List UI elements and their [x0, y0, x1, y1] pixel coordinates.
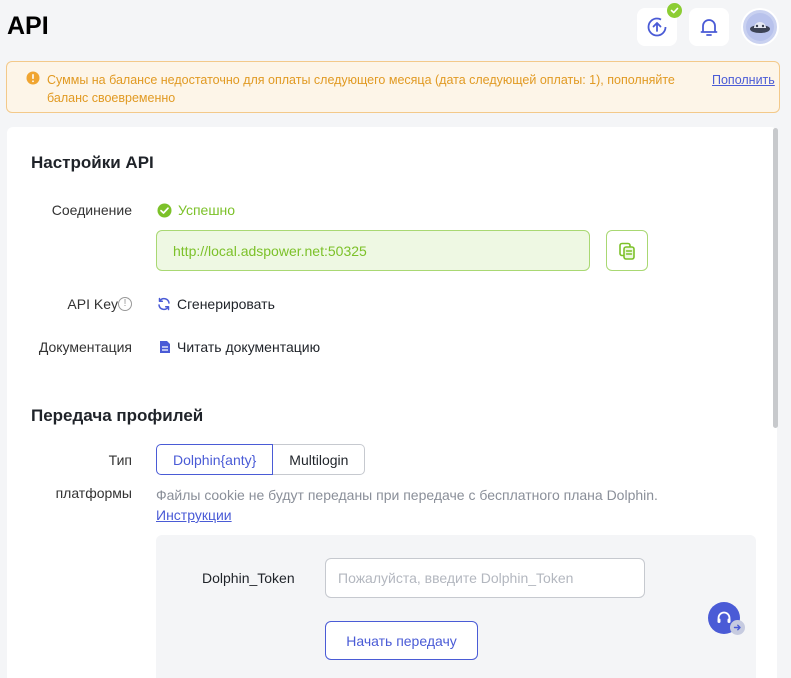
- check-badge-icon: [667, 3, 682, 18]
- ufo-avatar-icon: [746, 13, 774, 41]
- platform-selector: Dolphin{anty} Multilogin: [156, 444, 366, 475]
- read-docs-link[interactable]: Читать документацию: [159, 339, 320, 355]
- top-icon-bar: [637, 3, 779, 46]
- warning-icon: [26, 71, 40, 85]
- cookie-hint-text: Файлы cookie не будут переданы при перед…: [156, 487, 658, 503]
- document-icon: [160, 341, 170, 353]
- docs-label: Документация: [38, 339, 132, 355]
- scrollbar-thumb[interactable]: [773, 128, 778, 428]
- generate-key-label: Сгенерировать: [177, 296, 275, 312]
- start-transfer-button[interactable]: Начать передачу: [325, 621, 478, 660]
- cookie-hint: Файлы cookie не будут переданы при перед…: [156, 485, 676, 525]
- page-title: API: [7, 12, 49, 40]
- profile-transfer-title: Передача профилей: [31, 406, 204, 425]
- copy-icon: [619, 242, 635, 260]
- update-button[interactable]: [637, 3, 682, 46]
- api-url-field[interactable]: http://local.adspower.net:50325: [156, 230, 590, 271]
- balance-warning-alert: Суммы на балансе недостаточно для оплаты…: [6, 61, 780, 113]
- notifications-button[interactable]: [689, 8, 729, 46]
- platform-type-label-2: платформы: [55, 485, 132, 501]
- platform-option-dolphin[interactable]: Dolphin{anty}: [156, 444, 274, 475]
- avatar[interactable]: [741, 8, 779, 46]
- alert-text: Суммы на балансе недостаточно для оплаты…: [47, 73, 675, 105]
- generate-key-button[interactable]: Сгенерировать: [157, 296, 275, 312]
- top-up-link[interactable]: Пополнить: [712, 71, 775, 89]
- read-docs-label: Читать документацию: [177, 339, 321, 355]
- refresh-icon: [158, 297, 170, 311]
- token-label: Dolphin_Token: [202, 570, 295, 586]
- connection-label: Соединение: [51, 202, 132, 218]
- bell-icon: [700, 19, 718, 36]
- copy-url-button[interactable]: [606, 230, 648, 271]
- api-key-label-text: API Key: [67, 296, 118, 312]
- connection-status-text: Успешно: [178, 202, 236, 218]
- platform-option-multilogin[interactable]: Multilogin: [273, 444, 366, 475]
- dolphin-token-input[interactable]: [325, 558, 645, 598]
- connection-status: Успешно: [157, 202, 235, 218]
- api-key-label: API Key: [0, 296, 118, 312]
- platform-type-label: Тип: [108, 452, 132, 468]
- arrow-right-icon[interactable]: [730, 620, 745, 635]
- success-check-icon: [157, 203, 172, 217]
- api-settings-title: Настройки API: [31, 153, 154, 172]
- instructions-link[interactable]: Инструкции: [156, 507, 232, 523]
- upload-sync-icon: [647, 17, 667, 37]
- info-icon[interactable]: !: [118, 297, 132, 311]
